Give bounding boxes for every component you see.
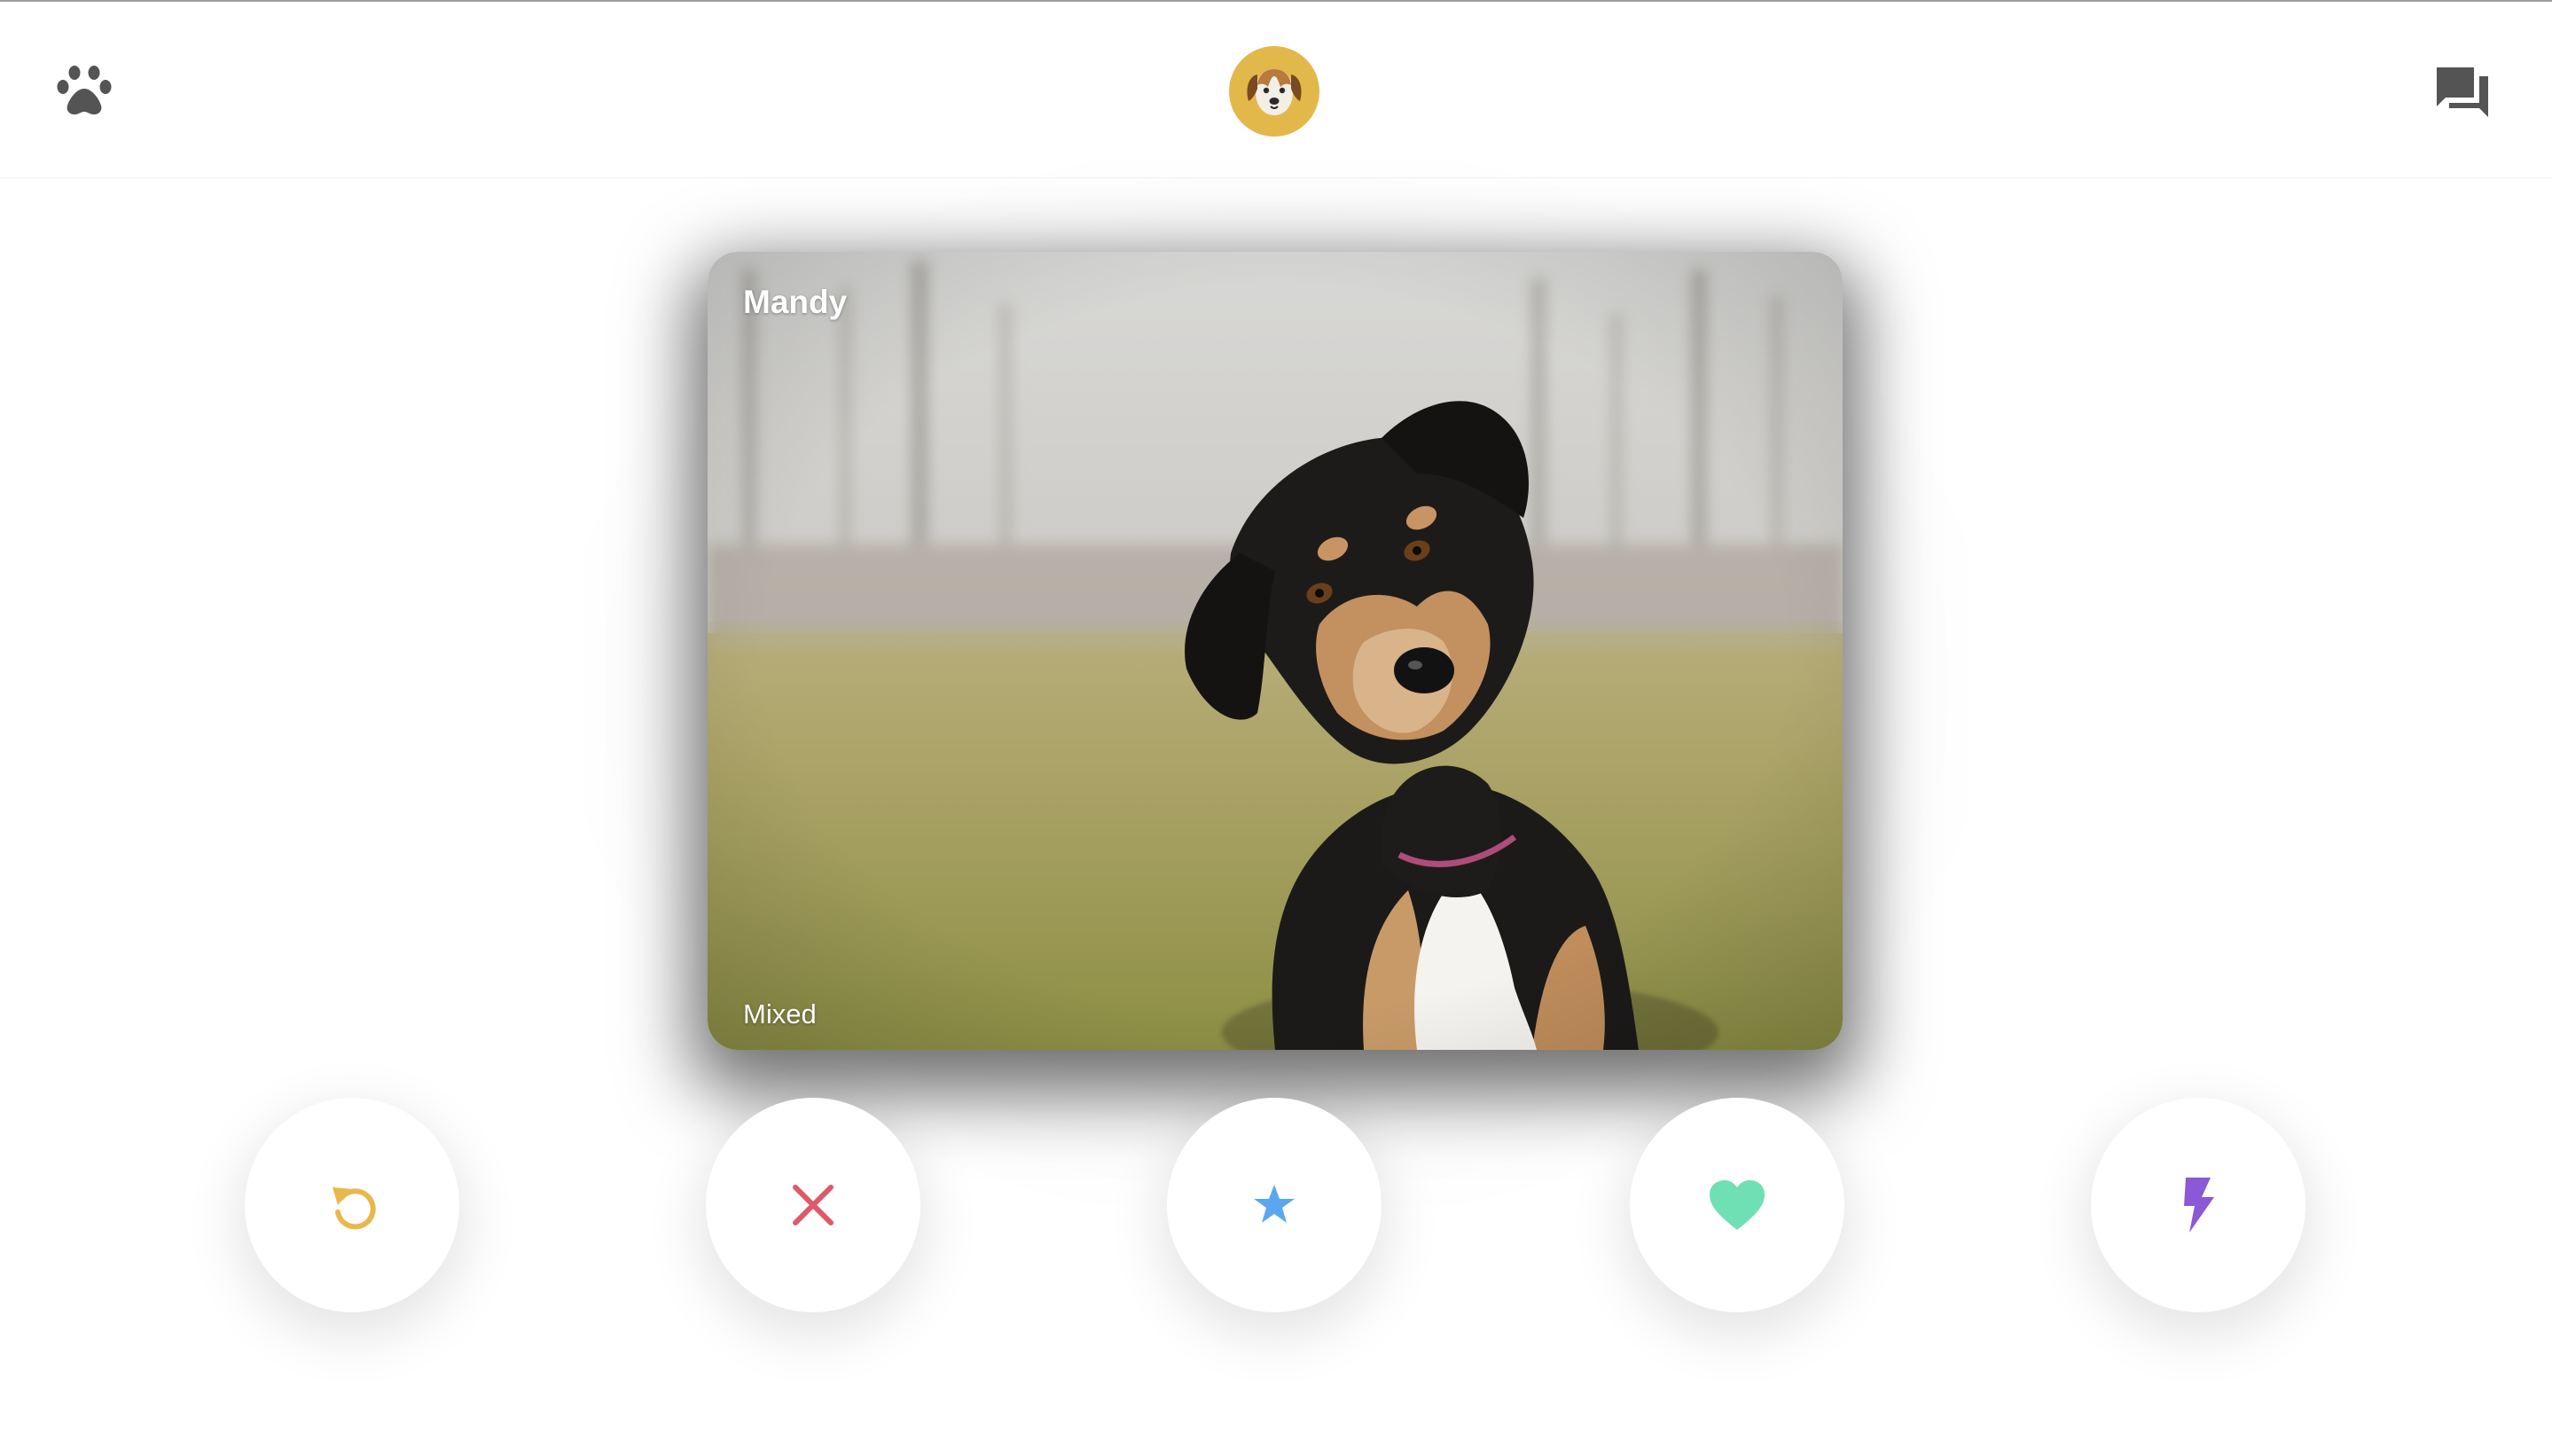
top-bar	[0, 2, 2552, 178]
heart-icon	[1710, 1180, 1765, 1230]
chat-icon[interactable]	[2433, 64, 2492, 119]
dog-logo-icon[interactable]	[1229, 46, 1319, 137]
close-icon	[793, 1185, 834, 1225]
star-icon	[1254, 1185, 1295, 1223]
undo-button[interactable]	[245, 1098, 459, 1312]
lightning-icon	[2184, 1178, 2214, 1233]
nope-button[interactable]	[706, 1098, 920, 1312]
paw-icon[interactable]	[57, 64, 112, 119]
superlike-button[interactable]	[1167, 1098, 1382, 1312]
pet-name: Mandy	[743, 284, 848, 320]
profile-card[interactable]: Mandy Mixed	[708, 252, 1843, 1050]
undo-icon	[333, 1187, 376, 1230]
boost-button[interactable]	[2091, 1098, 2305, 1312]
dog-photo	[708, 252, 1843, 1050]
pet-breed: Mixed	[743, 998, 817, 1029]
like-button[interactable]	[1630, 1098, 1844, 1312]
